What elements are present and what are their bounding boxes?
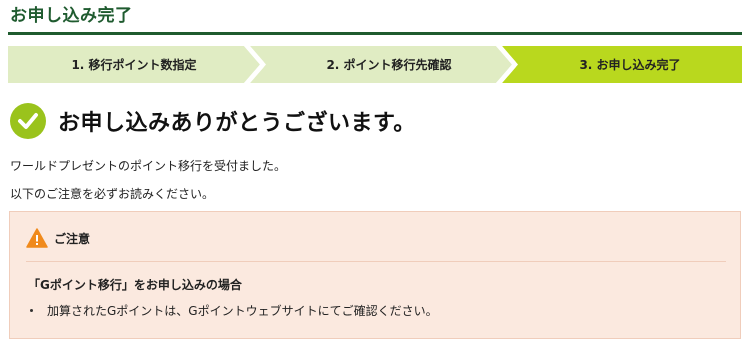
notice-title: ご注意 xyxy=(54,231,91,246)
step-1-label: 1. 移行ポイント数指定 xyxy=(71,58,197,72)
title-divider xyxy=(8,32,742,35)
page-title: お申し込み完了 xyxy=(10,6,133,26)
step-2-label: 2. ポイント移行先確認 xyxy=(326,58,452,72)
completion-banner: お申し込みありがとうございます。 xyxy=(10,102,416,140)
message-read-notice: 以下のご注意を必ずお読みください。 xyxy=(10,187,215,201)
notice-header: ご注意 xyxy=(26,228,90,248)
notice-box: ご注意 「Gポイント移行」をお申し込みの場合 加算されたGポイントは、Gポイント… xyxy=(9,211,741,339)
notice-subheading: 「Gポイント移行」をお申し込みの場合 xyxy=(28,278,242,292)
warning-icon xyxy=(26,228,48,248)
page: お申し込み完了 1. 移行ポイント数指定 2. ポイント移行先確認 3. お申し… xyxy=(0,0,750,347)
message-accepted: ワールドプレゼントのポイント移行を受付ました。 xyxy=(10,159,287,173)
check-circle-icon xyxy=(10,103,46,139)
notice-list-item: 加算されたGポイントは、Gポイントウェブサイトにてご確認ください。 xyxy=(30,302,438,319)
step-1: 1. 移行ポイント数指定 xyxy=(8,46,260,83)
notice-item-text: 加算されたGポイントは、Gポイントウェブサイトにてご確認ください。 xyxy=(47,304,438,318)
bullet-icon xyxy=(30,309,33,312)
step-2: 2. ポイント移行先確認 xyxy=(250,46,512,83)
completion-heading: お申し込みありがとうございます。 xyxy=(58,111,416,136)
step-3-label: 3. お申し込み完了 xyxy=(579,58,681,72)
step-3-current: 3. お申し込み完了 xyxy=(502,46,742,83)
notice-divider xyxy=(26,261,726,262)
progress-steps: 1. 移行ポイント数指定 2. ポイント移行先確認 3. お申し込み完了 xyxy=(8,46,742,83)
